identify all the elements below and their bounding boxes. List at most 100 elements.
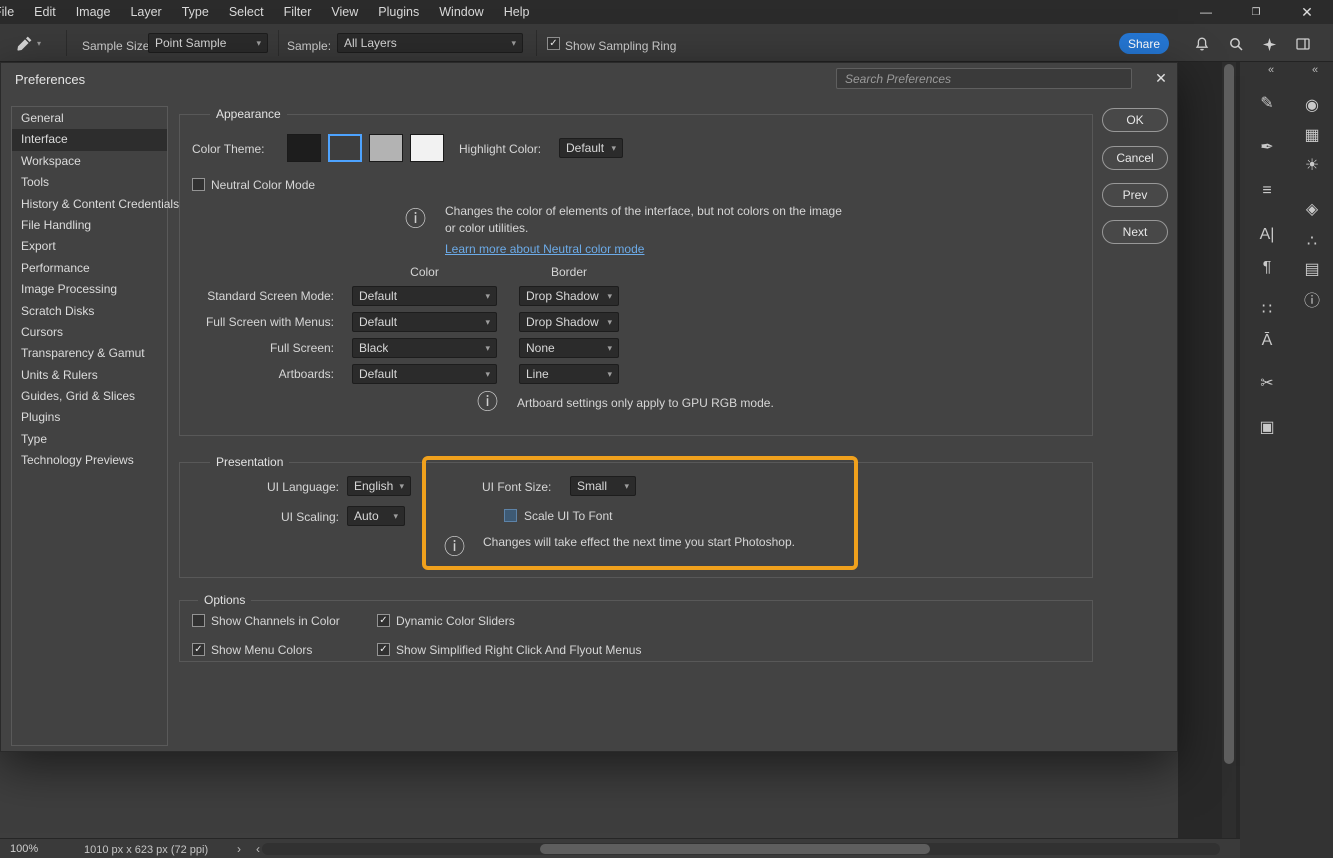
sidebar-item-image-processing[interactable]: Image Processing xyxy=(12,279,167,300)
menu-item-layer[interactable]: Layer xyxy=(120,0,171,24)
sidebar-item-history-content-credentials[interactable]: History & Content Credentials xyxy=(12,194,167,215)
menu-item-type[interactable]: Type xyxy=(172,0,219,24)
restore-button[interactable]: ❐ xyxy=(1233,0,1279,24)
menu-item-edit[interactable]: Edit xyxy=(24,0,66,24)
panel-toggle-icon[interactable] xyxy=(1293,34,1313,54)
brush-settings-panel-icon[interactable]: ✎ xyxy=(1252,90,1282,116)
menu-item-plugins[interactable]: Plugins xyxy=(368,0,429,24)
sidebar-item-technology-previews[interactable]: Technology Previews xyxy=(12,450,167,471)
ui-language-select[interactable]: English ▾ xyxy=(347,476,411,496)
character-styles-panel-icon[interactable]: Ā xyxy=(1252,328,1282,354)
standard-screen-mode-border-select[interactable]: Drop Shadow ▾ xyxy=(519,286,619,306)
info-panel-icon[interactable]: ⓘ xyxy=(1297,286,1327,312)
sidebar-item-cursors[interactable]: Cursors xyxy=(12,322,167,343)
paragraph-panel-icon[interactable]: ¶ xyxy=(1252,255,1282,281)
character-panel-icon[interactable]: A| xyxy=(1252,222,1282,248)
sidebar-item-performance[interactable]: Performance xyxy=(12,258,167,279)
cancel-button[interactable]: Cancel xyxy=(1102,146,1168,170)
full-screen-menus-color-select[interactable]: Default ▾ xyxy=(352,312,497,332)
sidebar-item-units-rulers[interactable]: Units & Rulers xyxy=(12,365,167,386)
scale-ui-to-font-checkbox[interactable] xyxy=(504,509,517,522)
show-channels-in-color-checkbox[interactable] xyxy=(192,614,205,627)
menu-item-window[interactable]: Window xyxy=(429,0,493,24)
collapse-panels-icon[interactable]: « xyxy=(1268,64,1274,76)
sidebar-item-export[interactable]: Export xyxy=(12,236,167,257)
menu-item-filter[interactable]: Filter xyxy=(274,0,322,24)
theme-swatch-white[interactable] xyxy=(410,134,444,162)
sidebar-item-plugins[interactable]: Plugins xyxy=(12,407,167,428)
dialog-close-icon[interactable]: ✕ xyxy=(1150,67,1172,89)
ui-font-size-select[interactable]: Small ▾ xyxy=(570,476,636,496)
horizontal-scrollbar-thumb[interactable] xyxy=(540,844,930,854)
libraries-panel-icon[interactable]: ≡ xyxy=(1252,178,1282,204)
prev-button[interactable]: Prev xyxy=(1102,183,1168,207)
neutral-color-mode-checkbox[interactable] xyxy=(192,178,205,191)
collapse-panels-icon[interactable]: « xyxy=(1312,64,1318,76)
search-icon[interactable] xyxy=(1226,34,1246,54)
paths-nodes-panel-icon[interactable]: ∴ xyxy=(1297,228,1327,254)
next-button[interactable]: Next xyxy=(1102,220,1168,244)
theme-swatch-darkest[interactable] xyxy=(287,134,321,162)
sample-select[interactable]: All Layers ▾ xyxy=(337,33,523,53)
notifications-bell-icon[interactable] xyxy=(1192,34,1212,54)
vertical-scrollbar-thumb[interactable] xyxy=(1224,64,1234,764)
sidebar-item-transparency-gamut[interactable]: Transparency & Gamut xyxy=(12,343,167,364)
sidebar-item-scratch-disks[interactable]: Scratch Disks xyxy=(12,301,167,322)
horizontal-scrollbar[interactable] xyxy=(262,843,1220,855)
swatches-panel-icon[interactable]: ▦ xyxy=(1297,122,1327,148)
ok-button[interactable]: OK xyxy=(1102,108,1168,132)
sample-size-select[interactable]: Point Sample ▾ xyxy=(148,33,268,53)
neutral-mode-link[interactable]: Learn more about Neutral color mode xyxy=(445,242,644,256)
sidebar-item-tools[interactable]: Tools xyxy=(12,172,167,193)
sidebar-item-general[interactable]: General xyxy=(12,108,167,129)
menu-item-select[interactable]: Select xyxy=(219,0,274,24)
full-screen-menus-border-select[interactable]: Drop Shadow ▾ xyxy=(519,312,619,332)
sample-label: Sample: xyxy=(287,39,331,53)
artboards-border-select[interactable]: Line ▾ xyxy=(519,364,619,384)
ui-scaling-select[interactable]: Auto ▾ xyxy=(347,506,405,526)
channels-panel-icon[interactable]: ▤ xyxy=(1297,256,1327,282)
chevron-down-icon: ▾ xyxy=(485,343,490,354)
menu-item-image[interactable]: Image xyxy=(66,0,121,24)
menu-item-file[interactable]: File xyxy=(0,0,24,24)
theme-swatch-dark-selected[interactable] xyxy=(328,134,362,162)
paths-panel-icon[interactable]: ✒ xyxy=(1252,134,1282,160)
ai-sparkle-icon[interactable] xyxy=(1259,34,1279,54)
full-screen-border-select[interactable]: None ▾ xyxy=(519,338,619,358)
status-arrow-right-icon[interactable]: › xyxy=(237,842,241,856)
show-menu-colors-checkbox[interactable]: ✓ xyxy=(192,643,205,656)
menu-item-view[interactable]: View xyxy=(321,0,368,24)
artboards-color-select[interactable]: Default ▾ xyxy=(352,364,497,384)
preferences-search-input[interactable] xyxy=(836,68,1132,89)
ui-font-size-label: UI Font Size: xyxy=(482,480,551,494)
photoshop-window: File Edit Image Layer Type Select Filter… xyxy=(0,0,1333,858)
show-sampling-ring-checkbox[interactable]: ✓ xyxy=(547,37,560,50)
show-simplified-right-click-checkbox[interactable]: ✓ xyxy=(377,643,390,656)
theme-swatch-light[interactable] xyxy=(369,134,403,162)
highlight-color-select[interactable]: Default ▾ xyxy=(559,138,623,158)
sidebar-item-type[interactable]: Type xyxy=(12,429,167,450)
dynamic-color-sliders-checkbox[interactable]: ✓ xyxy=(377,614,390,627)
menu-item-help[interactable]: Help xyxy=(494,0,540,24)
clone-source-panel-icon[interactable]: ◉ xyxy=(1297,92,1327,118)
status-bar: 100% 1010 px x 623 px (72 ppi) › ‹ xyxy=(0,838,1240,858)
scissors-panel-icon[interactable]: ✂ xyxy=(1252,370,1282,396)
sidebar-item-interface[interactable]: Interface xyxy=(12,129,167,150)
full-screen-color-select[interactable]: Black ▾ xyxy=(352,338,497,358)
sidebar-item-guides-grid-slices[interactable]: Guides, Grid & Slices xyxy=(12,386,167,407)
sidebar-item-file-handling[interactable]: File Handling xyxy=(12,215,167,236)
share-button[interactable]: Share xyxy=(1119,33,1169,54)
status-arrow-left-icon[interactable]: ‹ xyxy=(256,842,260,856)
close-button[interactable]: ✕ xyxy=(1284,0,1330,24)
adjustments-panel-icon[interactable]: ☀ xyxy=(1297,152,1327,178)
eyedropper-tool-button[interactable]: ▾ xyxy=(10,31,58,55)
standard-screen-mode-color-select[interactable]: Default ▾ xyxy=(352,286,497,306)
layers-panel-icon[interactable]: ◈ xyxy=(1297,196,1327,222)
artboards-panel-icon[interactable]: ▣ xyxy=(1252,414,1282,440)
vertical-scrollbar[interactable] xyxy=(1222,62,1236,838)
zoom-level[interactable]: 100% xyxy=(10,843,38,855)
minimize-button[interactable]: — xyxy=(1183,0,1229,24)
appearance-section: Appearance Color Theme: Highlight Color:… xyxy=(179,114,1093,436)
glyphs-panel-icon[interactable]: ∷ xyxy=(1252,296,1282,322)
sidebar-item-workspace[interactable]: Workspace xyxy=(12,151,167,172)
